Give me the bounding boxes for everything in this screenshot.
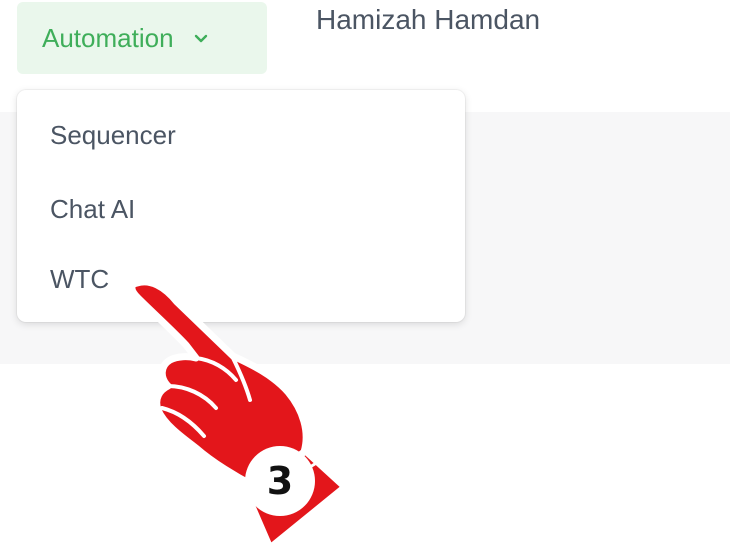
automation-dropdown-button[interactable]: Automation (17, 2, 267, 74)
menu-item-wtc[interactable]: WTC (50, 266, 109, 292)
menu-item-chat-ai[interactable]: Chat AI (50, 196, 135, 222)
step-number-badge: 3 (245, 446, 315, 516)
chevron-down-icon (192, 29, 210, 47)
automation-dropdown-menu: Sequencer Chat AI WTC (17, 90, 465, 322)
menu-item-sequencer[interactable]: Sequencer (50, 122, 176, 148)
automation-label: Automation (42, 23, 174, 53)
user-name: Hamizah Hamdan (316, 4, 541, 35)
